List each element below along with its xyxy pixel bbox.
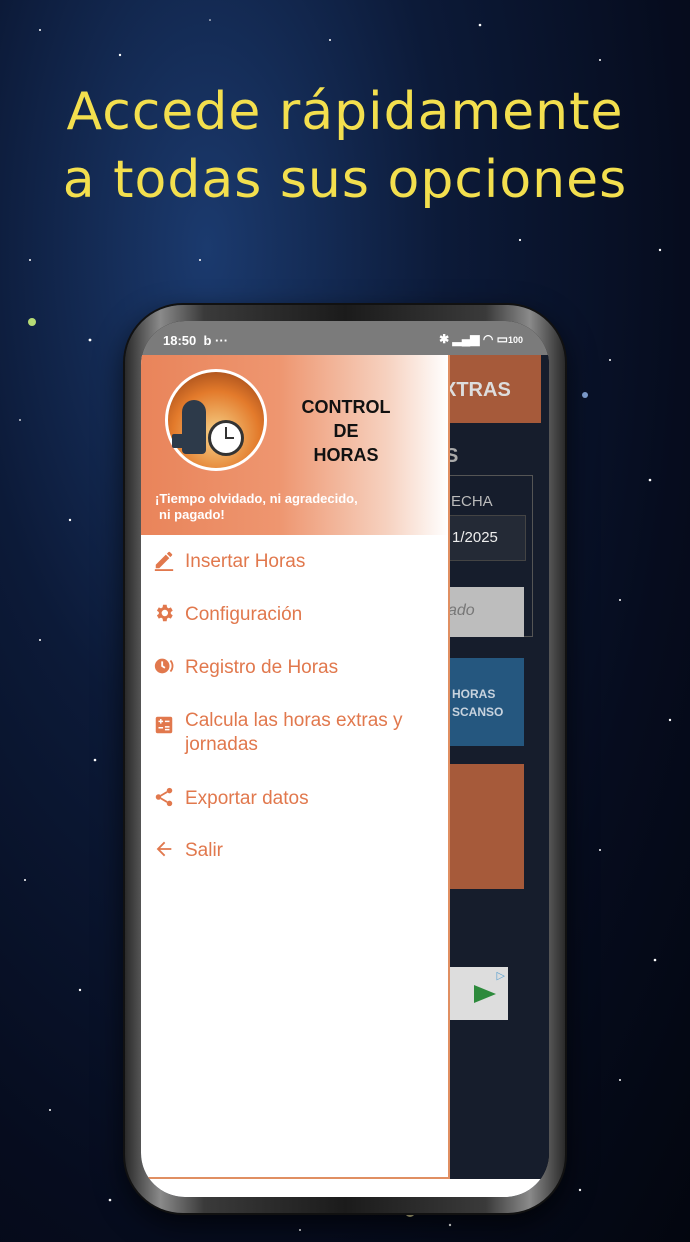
background-text-field: ado bbox=[446, 587, 524, 637]
background-ad-banner: ▷ bbox=[446, 967, 508, 1020]
play-icon bbox=[474, 985, 496, 1003]
background-app-header: XTRAS bbox=[441, 355, 541, 423]
menu-item-label: Exportar datos bbox=[185, 788, 309, 809]
status-icons: ✱ ▂▄▆ ◠ ▭100 bbox=[439, 332, 523, 346]
menu-item-registro-de-horas[interactable]: Registro de Horas bbox=[141, 643, 448, 691]
menu-item-exportar-datos[interactable]: Exportar datos bbox=[141, 774, 448, 822]
menu-item-salir[interactable]: Salir bbox=[141, 826, 448, 874]
battery-level: 100 bbox=[507, 335, 523, 345]
drawer-header: CONTROL DE HORAS ¡Tiempo olvidado, ni ag… bbox=[141, 355, 448, 535]
menu-item-label: Calcula las horas extras y jornadas bbox=[185, 710, 403, 755]
background-date-field: 1/2025 bbox=[446, 515, 526, 561]
background-date-label: ECHA bbox=[451, 493, 493, 510]
calculator-icon bbox=[155, 716, 173, 734]
status-time: 18:50 b ··· bbox=[163, 333, 229, 348]
menu-item-configuracion[interactable]: Configuración bbox=[141, 590, 448, 638]
menu-item-calcula-horas-extras[interactable]: Calcula las horas extras y jornadas bbox=[141, 696, 448, 768]
phone-frame: XTRAS S ECHA 1/2025 ado HORAS SCANSO ▷ 18… bbox=[125, 305, 565, 1213]
menu-item-insertar-horas[interactable]: Insertar Horas bbox=[141, 537, 448, 585]
menu-item-label: Insertar Horas bbox=[185, 551, 306, 572]
arrow-left-icon bbox=[156, 841, 172, 857]
ad-choices-icon: ▷ bbox=[496, 970, 505, 982]
gear-icon bbox=[156, 604, 173, 622]
pencil-icon bbox=[154, 551, 174, 571]
status-bar: 18:50 b ··· ✱ ▂▄▆ ◠ ▭100 bbox=[141, 321, 549, 355]
history-icon bbox=[154, 658, 174, 674]
navigation-drawer: CONTROL DE HORAS ¡Tiempo olvidado, ni ag… bbox=[141, 355, 450, 1179]
share-icon bbox=[155, 787, 173, 807]
menu-item-label: Salir bbox=[185, 840, 224, 861]
app-title: CONTROL DE HORAS bbox=[301, 397, 391, 465]
menu-item-label: Registro de Horas bbox=[185, 657, 339, 678]
system-navigation-bar bbox=[141, 1179, 549, 1197]
headline-line-1: Accede rápidamente bbox=[66, 82, 624, 142]
promo-headline: Accede rápidamente a todas sus opciones bbox=[0, 78, 690, 214]
phone-screen: XTRAS S ECHA 1/2025 ado HORAS SCANSO ▷ 18… bbox=[141, 321, 549, 1197]
clock-icon bbox=[208, 420, 244, 456]
background-blue-button: HORAS SCANSO bbox=[446, 658, 524, 746]
app-logo bbox=[165, 369, 267, 471]
headline-line-2: a todas sus opciones bbox=[62, 150, 628, 210]
app-slogan: ¡Tiempo olvidado, ni agradecido, ni paga… bbox=[155, 491, 358, 522]
menu-item-label: Configuración bbox=[185, 604, 303, 625]
background-orange-button bbox=[446, 764, 524, 889]
